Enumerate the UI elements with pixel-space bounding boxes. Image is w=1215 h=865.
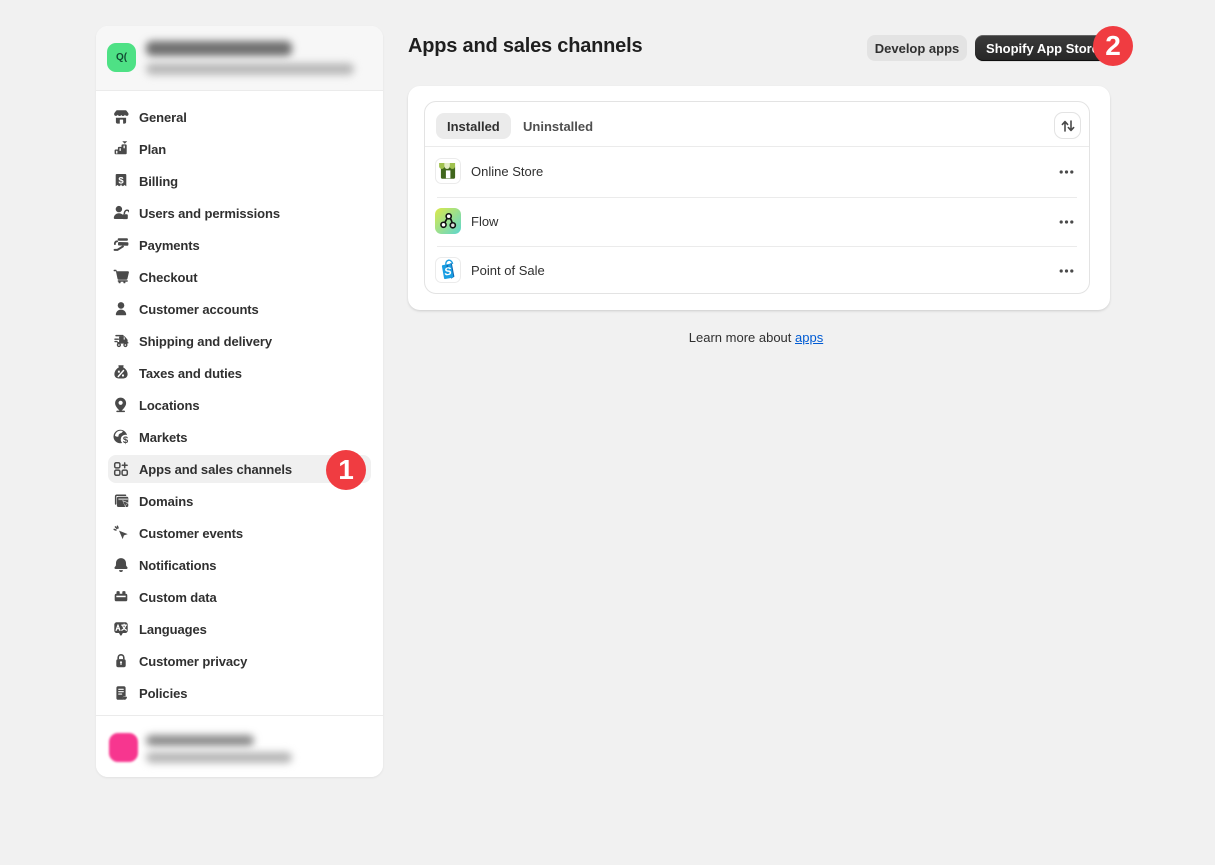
svg-text:$: $ [123,435,129,445]
svg-text:$: $ [118,175,124,186]
